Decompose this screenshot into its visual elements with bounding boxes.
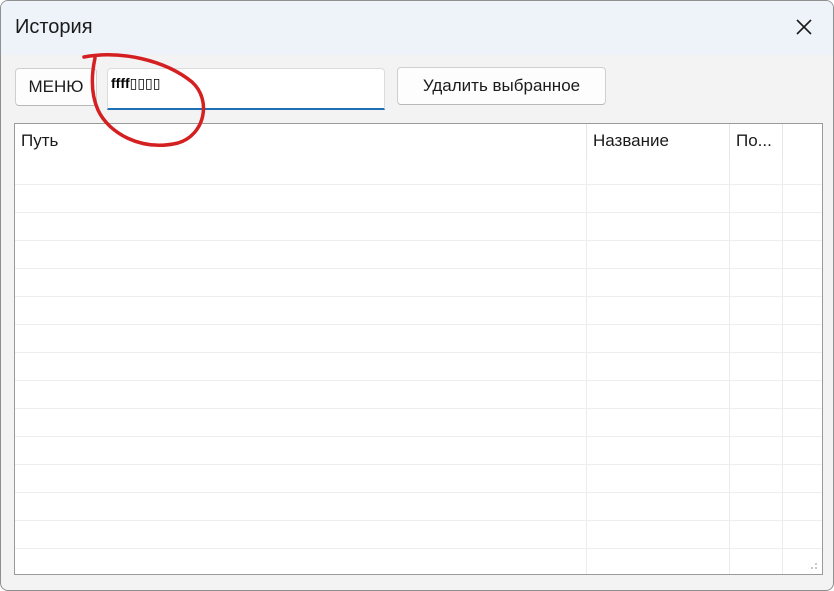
search-input[interactable] <box>111 72 371 94</box>
row-separator <box>15 380 822 381</box>
row-separator <box>15 492 822 493</box>
row-separator <box>15 212 822 213</box>
history-window: История МЕНЮ Удалить выбранное Путь Назв… <box>0 0 834 591</box>
row-separator <box>15 548 822 549</box>
row-separator <box>15 296 822 297</box>
row-separator <box>15 408 822 409</box>
column-divider <box>729 158 730 574</box>
column-divider <box>782 158 783 574</box>
row-separator <box>15 436 822 437</box>
delete-selected-button[interactable]: Удалить выбранное <box>397 67 606 105</box>
row-separator <box>15 352 822 353</box>
close-icon <box>796 19 812 35</box>
row-separator <box>15 324 822 325</box>
table-body[interactable] <box>15 158 822 574</box>
row-separator <box>15 184 822 185</box>
title-bar[interactable]: История <box>1 1 833 55</box>
close-button[interactable] <box>775 1 833 55</box>
column-divider <box>586 158 587 574</box>
history-table[interactable]: Путь Название По... <box>14 123 823 575</box>
column-header-name[interactable]: Название <box>587 124 730 158</box>
search-field[interactable] <box>107 68 385 110</box>
row-separator <box>15 240 822 241</box>
row-separator <box>15 268 822 269</box>
menu-button[interactable]: МЕНЮ <box>15 68 97 106</box>
column-header-path[interactable]: Путь <box>15 124 587 158</box>
column-header-position[interactable]: По... <box>730 124 783 158</box>
row-separator <box>15 464 822 465</box>
row-separator <box>15 520 822 521</box>
table-header: Путь Название По... <box>15 124 822 158</box>
window-title: История <box>15 16 93 38</box>
resize-grip-icon[interactable] <box>810 562 818 570</box>
